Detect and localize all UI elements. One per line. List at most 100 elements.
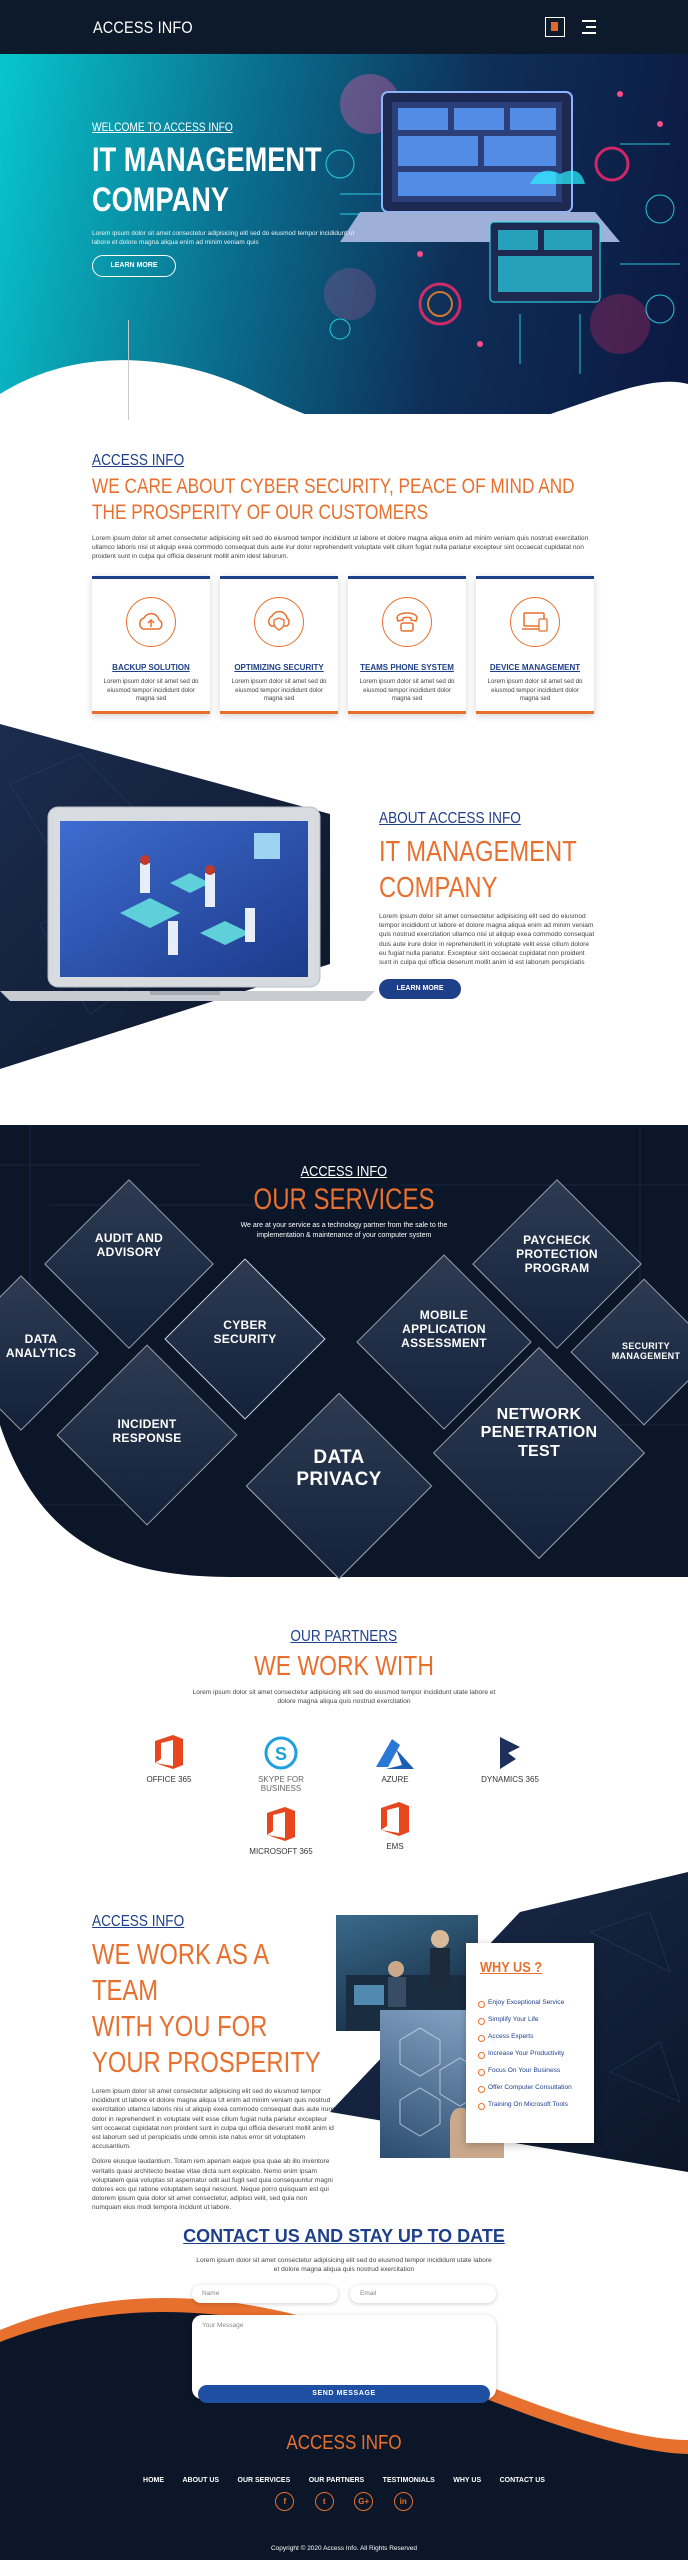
card-title: BACKUP SOLUTION [112,663,190,672]
shield-cloud-icon [254,597,304,647]
about-section: ABOUT ACCESS INFO IT MANAGEMENT COMPANY … [379,810,599,1000]
service-label-security-management: SECURITY MANAGEMENT [611,1341,681,1362]
cloud-upload-icon [126,597,176,647]
about-title-line1: IT MANAGEMENT [379,836,577,868]
partners-text: Lorem ipsum dolor sit amet consectetur a… [192,1689,496,1706]
brand-logo[interactable]: ACCESS INFO [93,18,193,38]
partner-microsoft-365[interactable]: MICROSOFT 365 [226,1805,336,1856]
services-kicker: ACCESS INFO [300,1163,388,1180]
partner-name: OFFICE 365 [146,1775,192,1784]
service-label-audit: AUDIT AND ADVISORY [94,1231,164,1259]
footer-nav-home[interactable]: HOME [143,2477,164,2484]
hero-wave-divider [0,360,688,414]
about-title: IT MANAGEMENT COMPANY [379,834,592,906]
skype-logo: S [226,1733,336,1771]
linkedin-icon[interactable]: in [393,2492,413,2511]
service-label-network-penetration: NETWORK PENETRATION TEST [480,1406,598,1460]
footer-nav-partners[interactable]: OUR PARTNERS [309,2477,364,2484]
service-label-data-analytics: DATA ANALYTICS [5,1332,77,1360]
facebook-icon[interactable]: f [275,2492,295,2511]
service-label-incident-response: INCIDENT RESPONSE [112,1417,182,1445]
footer-nav-contact[interactable]: CONTACT US [500,2477,545,2484]
team-title-line1: WE WORK AS A TEAM [92,1939,268,2007]
copyright-text: Copyright © 2020 Access Info. All Rights… [270,2545,418,2552]
hamburger-menu-icon[interactable] [580,20,596,34]
services-text: We are at your service as a technology p… [240,1222,448,1239]
card-text: Lorem ipsum dolor sit amet sed do eiusmo… [487,678,583,702]
partner-azure[interactable]: AZURE [340,1733,450,1784]
hero-title-line1: IT MANAGEMENT [92,141,322,179]
hero-title: IT MANAGEMENT COMPANY [92,140,396,220]
footer-brand[interactable]: ACCESS INFO [52,2432,637,2455]
partner-name: AZURE [381,1775,409,1784]
device-icon [510,597,560,647]
footer-nav-about[interactable]: ABOUT US [182,2477,219,2484]
microsoft-365-logo [226,1805,336,1843]
intro-section: ACCESS INFO WE CARE ABOUT CYBER SECURITY… [92,452,602,562]
hero-section: WELCOME TO ACCESS INFO IT MANAGEMENT COM… [0,54,688,414]
why-us-title: WHY US ? [480,1959,543,1976]
team-title-line2: WITH YOU FOR [92,2011,268,2043]
intro-kicker: ACCESS INFO [92,452,185,469]
twitter-icon[interactable]: t [314,2492,334,2511]
partner-dynamics-365[interactable]: DYNAMICS 365 [455,1733,565,1784]
partner-office-365[interactable]: OFFICE 365 [114,1733,224,1784]
service-label-data-privacy: DATA PRIVACY [296,1447,382,1490]
team-kicker: ACCESS INFO [92,1913,185,1930]
about-learn-more-button[interactable]: LEARN MORE [379,979,461,1000]
card-title: DEVICE MANAGEMENT [489,663,581,672]
why-us-box: WHY US ? Enjoy Exceptional Service Simpl… [466,1943,594,2143]
user-icon[interactable] [545,17,565,37]
why-us-item[interactable]: Enjoy Exceptional Service [477,1999,564,2008]
partner-name: DYNAMICS 365 [481,1775,539,1784]
partners-title: WE WORK WITH [254,1650,434,1681]
team-section: ACCESS INFO WE WORK AS A TEAM WITH YOU F… [92,1913,342,2213]
card-teams-phone-system[interactable]: TEAMS PHONE SYSTEM Lorem ipsum dolor sit… [348,576,466,714]
team-title: WE WORK AS A TEAM WITH YOU FOR YOUR PROS… [92,1937,338,2081]
team-text-1: Lorem ipsum dolor sit amet consectetur a… [92,2088,335,2151]
hero-learn-more-button[interactable]: LEARN MORE [92,255,176,277]
top-navbar: ACCESS INFO [0,0,688,54]
google-plus-icon[interactable]: G+ [354,2492,374,2511]
partners-kicker: OUR PARTNERS [290,1628,398,1645]
card-text: Lorem ipsum dolor sit amet sed do eiusmo… [359,678,455,702]
contact-text: Lorem ipsum dolor sit amet consectetur a… [196,2257,492,2274]
card-device-management[interactable]: DEVICE MANAGEMENT Lorem ipsum dolor sit … [476,576,594,714]
service-label-paycheck: PAYCHECK PROTECTION PROGRAM [516,1233,598,1275]
team-text-2: Dolore eiusque laudantium. Totam rem ape… [92,2158,333,2212]
azure-logo [340,1733,450,1771]
partner-name: MICROSOFT 365 [249,1847,313,1856]
about-text: Lorem ipsum dolor sit amet consectetur a… [379,913,595,967]
send-message-button[interactable]: SEND MESSAGE [198,2385,490,2403]
footer-nav: HOME ABOUT US OUR SERVICES OUR PARTNERS … [0,2469,688,2487]
feature-cards: BACKUP SOLUTION Lorem ipsum dolor sit am… [92,576,595,716]
card-text: Lorem ipsum dolor sit amet sed do eiusmo… [231,678,327,702]
card-text: Lorem ipsum dolor sit amet sed do eiusmo… [103,678,199,702]
email-input[interactable]: Email [350,2285,496,2303]
hero-kicker: WELCOME TO ACCESS INFO [92,120,233,134]
partner-name: SKYPE FOR BUSINESS [258,1775,304,1793]
card-title: TEAMS PHONE SYSTEM [360,663,454,672]
footer-nav-why-us[interactable]: WHY US [453,2477,481,2484]
about-laptop-illustration [0,803,380,1013]
name-input[interactable]: Name [192,2285,338,2303]
dynamics-365-logo [455,1733,565,1771]
hero-title-line2: COMPANY [92,181,230,219]
card-optimizing-security[interactable]: OPTIMIZING SECURITY Lorem ipsum dolor si… [220,576,338,714]
office-365-logo [114,1733,224,1771]
why-us-item[interactable]: Focus On Your Business [477,2067,560,2076]
social-links: f t G+ in [0,2491,688,2511]
services-header: ACCESS INFO OUR SERVICES We are at your … [0,1163,688,1240]
intro-title: WE CARE ABOUT CYBER SECURITY, PEACE OF M… [92,475,575,524]
footer-nav-testimonials[interactable]: TESTIMONIALS [383,2477,435,2484]
why-us-item[interactable]: Offer Computer Consultation [478,2084,572,2093]
why-us-item[interactable]: Training On Microsoft Tools [478,2101,568,2110]
partners-header: OUR PARTNERS WE WORK WITH Lorem ipsum do… [0,1628,688,1706]
why-us-item[interactable]: Increase Your Productivity [477,2050,564,2059]
footer-nav-services[interactable]: OUR SERVICES [238,2477,291,2484]
partner-skype[interactable]: S SKYPE FOR BUSINESS [226,1733,336,1793]
why-us-item[interactable]: Simplify Your Life [478,2016,539,2025]
card-backup-solution[interactable]: BACKUP SOLUTION Lorem ipsum dolor sit am… [92,576,210,714]
why-us-item[interactable]: Access Experts [477,2033,533,2042]
partner-ems[interactable]: EMS [340,1800,450,1851]
